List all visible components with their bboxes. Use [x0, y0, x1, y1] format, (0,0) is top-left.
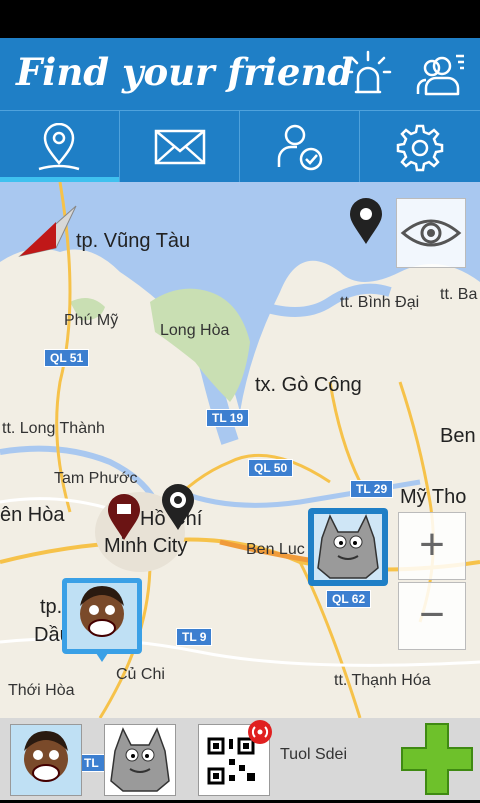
map-label: ên Hòa [0, 504, 65, 526]
status-bar [0, 0, 480, 38]
envelope-icon [154, 129, 206, 165]
road-shield: QL 62 [326, 590, 372, 608]
map-label: tt. Thạnh Hóa [334, 672, 431, 689]
map-view[interactable]: tp. Vũng Tàu tt. Bình Đại tt. Ba Phú Mỹ … [0, 182, 480, 718]
eye-icon [400, 219, 462, 247]
tab-messages[interactable] [120, 111, 240, 183]
qr-code-thumbnail[interactable] [198, 720, 272, 796]
user-check-icon [277, 124, 323, 171]
road-shield: TL 19 [206, 409, 250, 427]
map-label: Củ Chi [116, 666, 165, 683]
location-marker-icon[interactable] [104, 494, 144, 542]
add-friend-button[interactable] [398, 720, 476, 798]
road-shield: QL 51 [44, 349, 90, 367]
map-label: tt. Ba [440, 286, 478, 303]
map-label: Phú Mỹ [64, 312, 119, 329]
boy-avatar-icon [67, 583, 137, 662]
road-shield: TL 9 [176, 628, 213, 646]
map-label: Ben T [440, 425, 480, 447]
zoom-out-button[interactable]: − [398, 582, 466, 650]
zoom-in-button[interactable]: + [398, 512, 466, 580]
friend-avatar-marker[interactable] [308, 508, 388, 586]
road-shield: TL [78, 754, 105, 772]
map-label: tp. Vũng Tàu [76, 230, 191, 252]
tab-map[interactable] [0, 111, 120, 183]
gear-icon [396, 124, 444, 172]
plus-icon [401, 723, 473, 795]
map-label: Long Hòa [160, 322, 230, 339]
gargoyle-avatar-icon [105, 725, 175, 795]
friend-tray: Tuol Sdei TL [0, 718, 480, 800]
map-label: tx. Gò Công [255, 374, 362, 396]
friend-thumbnail[interactable] [104, 724, 176, 796]
gargoyle-avatar-icon [314, 514, 382, 580]
visibility-toggle-button[interactable] [396, 198, 466, 268]
app-header: Find your friend [0, 38, 480, 110]
road-shield: QL 50 [248, 459, 294, 477]
location-marker-icon[interactable] [158, 484, 198, 532]
app-title: Find your friend [16, 50, 354, 94]
map-label: Thới Hòa [8, 682, 75, 699]
alarm-light-icon[interactable] [340, 48, 396, 100]
broadcast-icon [248, 720, 272, 744]
boy-avatar-icon [11, 725, 81, 795]
users-list-icon[interactable] [412, 48, 468, 100]
tab-bar [0, 110, 480, 183]
friend-avatar-marker[interactable] [62, 578, 142, 662]
location-marker-icon[interactable] [346, 198, 386, 246]
friend-thumbnail[interactable] [10, 724, 82, 796]
map-label: tp. [40, 596, 63, 618]
map-label: Ben Luc [246, 541, 305, 558]
tab-friends[interactable] [240, 111, 360, 183]
map-label: tt. Bình Đại [340, 294, 420, 311]
map-label: tt. Long Thành [2, 420, 105, 437]
map-label: Tuol Sdei [280, 746, 347, 763]
location-pin-icon [38, 123, 80, 171]
compass-icon[interactable] [16, 202, 78, 260]
map-label: Tam Phước [54, 470, 138, 487]
map-label: Mỹ Tho [400, 486, 467, 508]
tab-settings[interactable] [360, 111, 479, 183]
road-shield: TL 29 [350, 480, 394, 498]
